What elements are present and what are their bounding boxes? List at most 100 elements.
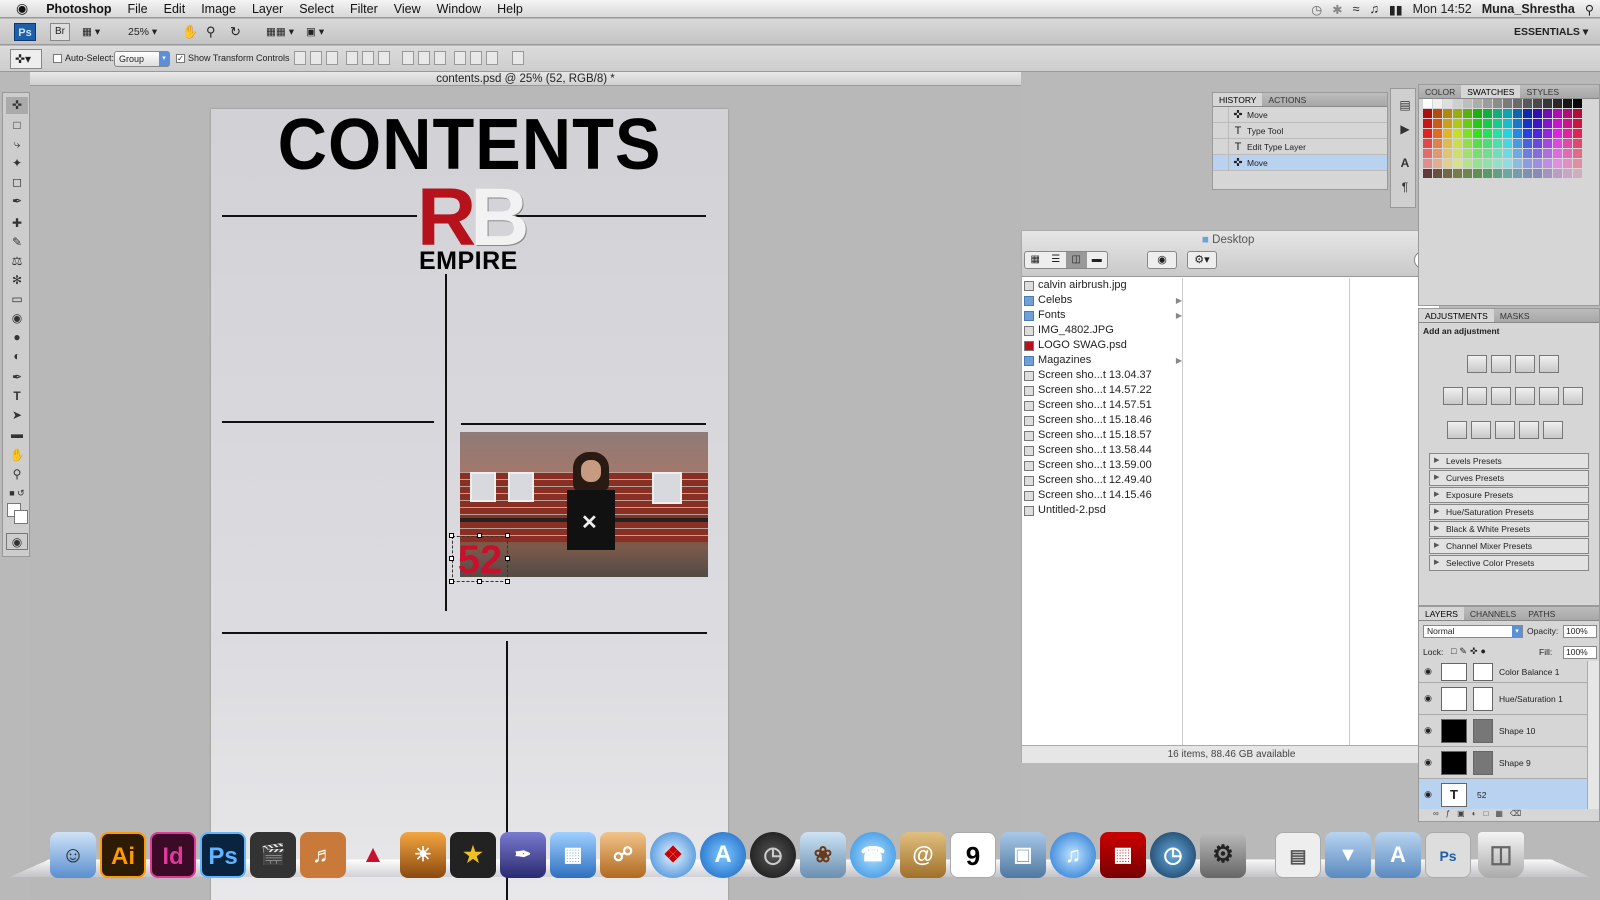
color-swatch[interactable] xyxy=(1433,99,1442,108)
color-swatch[interactable] xyxy=(1423,139,1432,148)
address-book-dock-icon[interactable]: @ xyxy=(900,832,946,878)
color-swatch[interactable] xyxy=(1533,109,1542,118)
transform-handle[interactable] xyxy=(505,533,510,538)
curves-presets[interactable]: Curves Presets xyxy=(1429,470,1589,486)
color-swatch[interactable] xyxy=(1533,119,1542,128)
list-item[interactable]: Screen sho...t 12.49.40 xyxy=(1024,473,1182,488)
column-view-icon[interactable]: ◫ xyxy=(1066,252,1087,268)
menu-edit[interactable]: Edit xyxy=(156,2,194,16)
swatch-grid[interactable] xyxy=(1423,99,1582,181)
tab-swatches[interactable]: SWATCHES xyxy=(1461,85,1521,98)
color-swatch[interactable] xyxy=(1543,169,1552,178)
color-swatch[interactable] xyxy=(1533,99,1542,108)
color-swatch[interactable] xyxy=(1483,159,1492,168)
menu-filter[interactable]: Filter xyxy=(342,2,386,16)
transform-handle[interactable] xyxy=(477,533,482,538)
visibility-eye-icon[interactable]: ◉ xyxy=(1419,693,1437,704)
actions-panel-icon[interactable]: ▶ xyxy=(1394,121,1416,138)
color-swatch[interactable] xyxy=(1573,99,1582,108)
color-swatch[interactable] xyxy=(1513,139,1522,148)
list-item[interactable]: Screen sho...t 13.04.37 xyxy=(1024,368,1182,383)
color-swatch[interactable] xyxy=(1513,129,1522,138)
color-swatch[interactable] xyxy=(1573,119,1582,128)
align-vcenter-button[interactable] xyxy=(310,51,322,65)
color-swatch[interactable] xyxy=(1523,169,1532,178)
color-swatch[interactable] xyxy=(1503,139,1512,148)
color-swatch[interactable] xyxy=(1573,139,1582,148)
color-swatch[interactable] xyxy=(1533,139,1542,148)
history-panel-icon[interactable]: ▤ xyxy=(1394,97,1416,114)
color-swatch[interactable] xyxy=(1573,129,1582,138)
color-swatch[interactable] xyxy=(1563,109,1572,118)
color-swatch[interactable] xyxy=(1443,149,1452,158)
lasso-tool-icon[interactable]: ⤷ xyxy=(6,136,28,153)
color-swatch[interactable] xyxy=(1523,129,1532,138)
layer-row[interactable]: ◉ Shape 9 xyxy=(1419,747,1587,779)
color-swatch[interactable] xyxy=(1483,99,1492,108)
page-number-text[interactable]: 52 xyxy=(452,536,508,582)
color-swatch[interactable] xyxy=(1553,109,1562,118)
color-swatch[interactable] xyxy=(1543,149,1552,158)
pdf-document-dock-icon[interactable]: ▤ xyxy=(1275,832,1321,878)
paragraph-panel-icon[interactable]: ¶ xyxy=(1394,179,1416,196)
color-swatch[interactable] xyxy=(1543,129,1552,138)
finder-dock-icon[interactable]: ☺ xyxy=(50,832,96,878)
menu-window[interactable]: Window xyxy=(429,2,489,16)
list-item[interactable]: Fonts ▶ xyxy=(1024,308,1182,323)
layers-footer-buttons[interactable]: ∞ƒ▣◐□▦⌫ xyxy=(1419,809,1599,821)
color-swatch[interactable] xyxy=(1573,149,1582,158)
distribute-hcenter-button[interactable] xyxy=(470,51,482,65)
color-swatch[interactable] xyxy=(1463,109,1472,118)
align-left-button[interactable] xyxy=(346,51,358,65)
color-swatch[interactable] xyxy=(1463,169,1472,178)
color-swatch[interactable] xyxy=(1563,129,1572,138)
color-swatch[interactable] xyxy=(1433,139,1442,148)
color-swatch[interactable] xyxy=(1463,159,1472,168)
color-swatch[interactable] xyxy=(1443,99,1452,108)
color-swatch[interactable] xyxy=(1483,119,1492,128)
blend-mode-dropdown[interactable]: Normal ▾ xyxy=(1423,625,1523,638)
channel-mixer-presets[interactable]: Channel Mixer Presets xyxy=(1429,538,1589,554)
safari-dock-icon[interactable]: ❖ xyxy=(650,832,696,878)
time-machine-icon[interactable]: ◷ xyxy=(1311,2,1322,17)
swap-colors-icon[interactable]: ■ ↺ xyxy=(6,485,28,502)
tab-styles[interactable]: STYLES xyxy=(1520,85,1565,98)
paint-bucket-tool-icon[interactable]: ◉ xyxy=(6,310,28,327)
applications-stack-dock-icon[interactable]: A xyxy=(1375,832,1421,878)
color-swatch[interactable] xyxy=(1443,169,1452,178)
imovie-dock-icon[interactable]: ★ xyxy=(450,832,496,878)
battery-icon[interactable]: ▮▮ xyxy=(1389,2,1403,17)
column-separator[interactable] xyxy=(1182,278,1183,745)
color-swatch[interactable] xyxy=(1463,149,1472,158)
blur-tool-icon[interactable]: ● xyxy=(6,329,28,346)
move-tool-icon[interactable]: ✜ xyxy=(6,97,28,114)
list-item[interactable]: Screen sho...t 15.18.57 xyxy=(1024,428,1182,443)
list-item[interactable]: Screen sho...t 14.57.51 xyxy=(1024,398,1182,413)
color-swatch[interactable] xyxy=(1463,129,1472,138)
color-swatch[interactable] xyxy=(1483,129,1492,138)
color-swatch[interactable] xyxy=(1543,109,1552,118)
ichat-dock-icon[interactable]: ☎ xyxy=(850,832,896,878)
color-swatch[interactable] xyxy=(1533,169,1542,178)
color-swatch[interactable] xyxy=(1433,129,1442,138)
color-swatch[interactable] xyxy=(1533,159,1542,168)
transform-handle[interactable] xyxy=(449,556,454,561)
color-swatch[interactable] xyxy=(1513,109,1522,118)
color-swatch[interactable] xyxy=(1503,169,1512,178)
color-swatch[interactable] xyxy=(1493,149,1502,158)
color-swatch[interactable] xyxy=(1453,139,1462,148)
spotlight-icon[interactable]: ⚲ xyxy=(1585,2,1594,17)
color-swatch[interactable] xyxy=(1533,149,1542,158)
bridge-button[interactable]: Br xyxy=(50,23,70,41)
eraser-tool-icon[interactable]: ▭ xyxy=(6,291,28,308)
document-tab[interactable]: contents.psd @ 25% (52, RGB/8) * xyxy=(30,72,1021,86)
distribute-vcenter-button[interactable] xyxy=(418,51,430,65)
color-swatch[interactable] xyxy=(1563,139,1572,148)
color-swatch[interactable] xyxy=(1493,109,1502,118)
menu-app-name[interactable]: Photoshop xyxy=(38,2,119,16)
color-swatch[interactable] xyxy=(1473,149,1482,158)
list-item[interactable]: LOGO SWAG.psd xyxy=(1024,338,1182,353)
color-swatch[interactable] xyxy=(1453,99,1462,108)
layer-row[interactable]: ◉ Color Balance 1 xyxy=(1419,661,1587,683)
clock[interactable]: Mon 14:52 xyxy=(1413,2,1472,16)
